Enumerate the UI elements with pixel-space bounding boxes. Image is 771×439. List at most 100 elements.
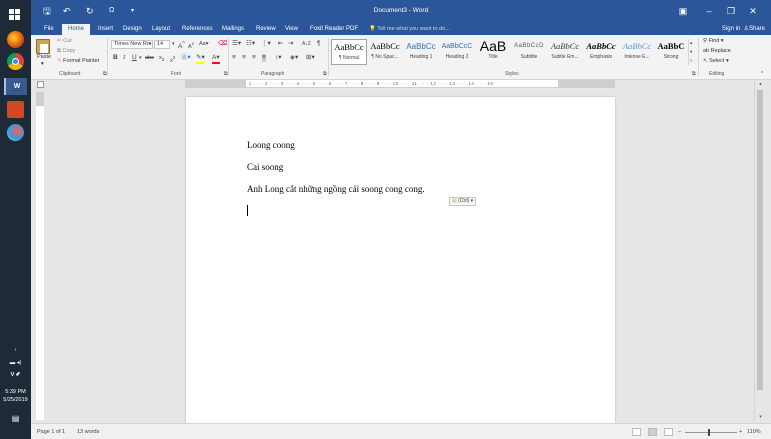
style-normal[interactable]: AaBbCc ¶ Normal — [331, 39, 367, 65]
italic-icon[interactable]: I — [123, 54, 125, 62]
windows-start-icon[interactable] — [9, 9, 21, 21]
zoom-slider-handle[interactable] — [708, 429, 710, 436]
word-count[interactable]: 13 words — [77, 427, 99, 437]
align-center-icon[interactable]: ≡ — [242, 54, 246, 62]
zoom-level[interactable]: 110% — [747, 427, 761, 437]
style-strong[interactable]: AaBbC Strong — [653, 39, 689, 65]
style-subtle-emphasis[interactable]: AaBbCc Subtle Em... — [547, 39, 583, 65]
align-right-icon[interactable]: ≡ — [252, 54, 256, 62]
decrease-indent-icon[interactable]: ⇤ — [278, 40, 283, 48]
bold-icon[interactable]: B — [113, 54, 118, 62]
gallery-up-icon[interactable]: ▴ — [690, 39, 692, 47]
scrollbar-thumb[interactable] — [757, 90, 763, 390]
styles-launcher-icon[interactable]: ⧉ — [692, 71, 696, 77]
cut-button[interactable]: ✂ Cut — [57, 37, 72, 45]
highlight-color-icon[interactable]: ✎▾ — [196, 54, 205, 64]
font-name-dropdown-icon[interactable]: ▾ — [149, 40, 152, 48]
style-title[interactable]: AaB Title — [475, 39, 511, 65]
gallery-more-icon[interactable]: ▿ — [690, 57, 692, 65]
style-no-spacing[interactable]: AaBbCc ¶ No Spac... — [367, 39, 403, 65]
paint-icon[interactable] — [7, 124, 24, 141]
restore-button[interactable]: ❐ — [724, 4, 738, 18]
style-heading-2[interactable]: AaBbCcC Heading 2 — [439, 39, 475, 65]
show-formatting-marks-icon[interactable]: ¶ — [317, 40, 321, 48]
tab-file[interactable]: File — [44, 24, 54, 35]
gallery-down-icon[interactable]: ▾ — [690, 48, 692, 56]
paragraph-launcher-icon[interactable]: ⧉ — [323, 71, 327, 77]
select-button[interactable]: ↖ Select ▾ — [703, 57, 729, 65]
notification-icon[interactable]: ▤ — [0, 414, 31, 423]
shrink-font-icon[interactable]: Av — [188, 40, 194, 51]
bullets-icon[interactable]: ☰▾ — [232, 40, 241, 48]
clock-time[interactable]: 5:39 PM — [0, 389, 31, 395]
document-paragraph[interactable]: Cai soong — [247, 162, 283, 172]
text-effects-icon[interactable]: Ⓐ▾ — [181, 54, 191, 62]
tab-references[interactable]: References — [182, 24, 213, 35]
font-color-icon[interactable]: A▾ — [212, 54, 220, 64]
shading-icon[interactable]: ◈▾ — [290, 54, 298, 62]
paste-options-button[interactable]: ▤ (Ctrl) ▾ — [449, 197, 477, 206]
superscript-icon[interactable]: x2 — [170, 54, 175, 65]
tab-mailings[interactable]: Mailings — [222, 24, 244, 35]
tab-view[interactable]: View — [285, 24, 298, 35]
vertical-scrollbar[interactable]: ▴ ▾ — [754, 80, 765, 423]
tab-review[interactable]: Review — [256, 24, 276, 35]
word-taskbar-icon[interactable]: W — [4, 78, 27, 95]
increase-indent-icon[interactable]: ⇥ — [288, 40, 293, 48]
sort-icon[interactable]: A↓Z — [302, 40, 311, 48]
justify-icon[interactable]: ≡ — [262, 54, 266, 62]
web-layout-icon[interactable] — [664, 428, 673, 436]
style-heading-1[interactable]: AaBbCc Heading 1 — [403, 39, 439, 65]
horizontal-ruler[interactable]: · 1 · · · 2 · · · 3 · · · 4 · · · 5 · · … — [185, 80, 615, 88]
line-spacing-icon[interactable]: ↕▾ — [275, 54, 282, 62]
read-mode-icon[interactable] — [632, 428, 641, 436]
chrome-icon[interactable] — [7, 53, 24, 70]
replace-button[interactable]: ab Replace — [703, 47, 731, 55]
document-page[interactable]: Loong coong Cai soong Anh Long cắt những… — [186, 97, 615, 423]
network-volume-icons[interactable]: ▬ ◂) — [0, 360, 31, 366]
keyboard-pen-icons[interactable]: V ✐ — [0, 372, 31, 378]
powerpoint-icon[interactable] — [7, 101, 24, 118]
styles-gallery-scroll[interactable]: ▴ ▾ ▿ — [688, 39, 695, 65]
close-button[interactable]: ✕ — [746, 4, 760, 18]
collapse-ribbon-icon[interactable]: ^ — [761, 71, 763, 77]
format-painter-button[interactable]: ✎ Format Painter — [57, 57, 100, 65]
paste-dropdown-icon[interactable]: ▾ — [41, 60, 44, 68]
tab-selector[interactable] — [37, 81, 44, 88]
ribbon-display-options-icon[interactable]: ▣ — [676, 4, 690, 18]
tab-foxit-reader-pdf[interactable]: Foxit Reader PDF — [310, 24, 358, 35]
strikethrough-icon[interactable]: abc — [145, 54, 154, 62]
zoom-in-icon[interactable]: + — [739, 427, 742, 437]
paste-button-label[interactable]: Paste — [37, 53, 51, 61]
align-left-icon[interactable]: ≡ — [232, 54, 236, 62]
style-subtitle[interactable]: AaBbCcD Subtitle — [511, 39, 547, 65]
style-emphasis[interactable]: AaBbCc Emphasis — [583, 39, 619, 65]
underline-dropdown-icon[interactable]: ▾ — [139, 54, 142, 62]
change-case-icon[interactable]: Aa▾ — [199, 40, 209, 48]
share-button[interactable]: Share — [749, 26, 765, 32]
underline-icon[interactable]: U — [132, 54, 137, 62]
borders-icon[interactable]: ⊞▾ — [306, 54, 315, 62]
zoom-out-icon[interactable]: − — [678, 427, 681, 437]
tab-layout[interactable]: Layout — [152, 24, 170, 35]
print-layout-icon[interactable] — [648, 428, 657, 436]
style-intense-emphasis[interactable]: AaBbCc Intense E... — [619, 39, 655, 65]
tray-chevron-icon[interactable]: › — [0, 347, 31, 353]
copy-button[interactable]: ⧉ Copy — [57, 47, 75, 55]
numbering-icon[interactable]: ☷▾ — [246, 40, 255, 48]
firefox-icon[interactable] — [7, 31, 24, 48]
multilevel-list-icon[interactable]: ⋮▾ — [261, 40, 271, 48]
find-button[interactable]: ⚲ Find ▾ — [703, 37, 724, 45]
grow-font-icon[interactable]: A^ — [178, 40, 185, 51]
vertical-ruler[interactable] — [36, 92, 44, 420]
scroll-down-icon[interactable]: ▾ — [757, 414, 764, 421]
sign-in-link[interactable]: Sign in — [722, 26, 740, 32]
document-paragraph[interactable]: Anh Long cắt những ngồng cải soong cong … — [247, 184, 425, 194]
scroll-up-icon[interactable]: ▴ — [757, 81, 764, 88]
tab-design[interactable]: Design — [123, 24, 142, 35]
font-name-combo[interactable]: Times New Ro — [111, 40, 153, 49]
clear-formatting-icon[interactable]: ⌫ — [218, 40, 227, 48]
font-size-combo[interactable]: 14 — [154, 40, 170, 49]
minimize-button[interactable]: – — [702, 4, 716, 18]
subscript-icon[interactable]: x2 — [159, 54, 164, 64]
